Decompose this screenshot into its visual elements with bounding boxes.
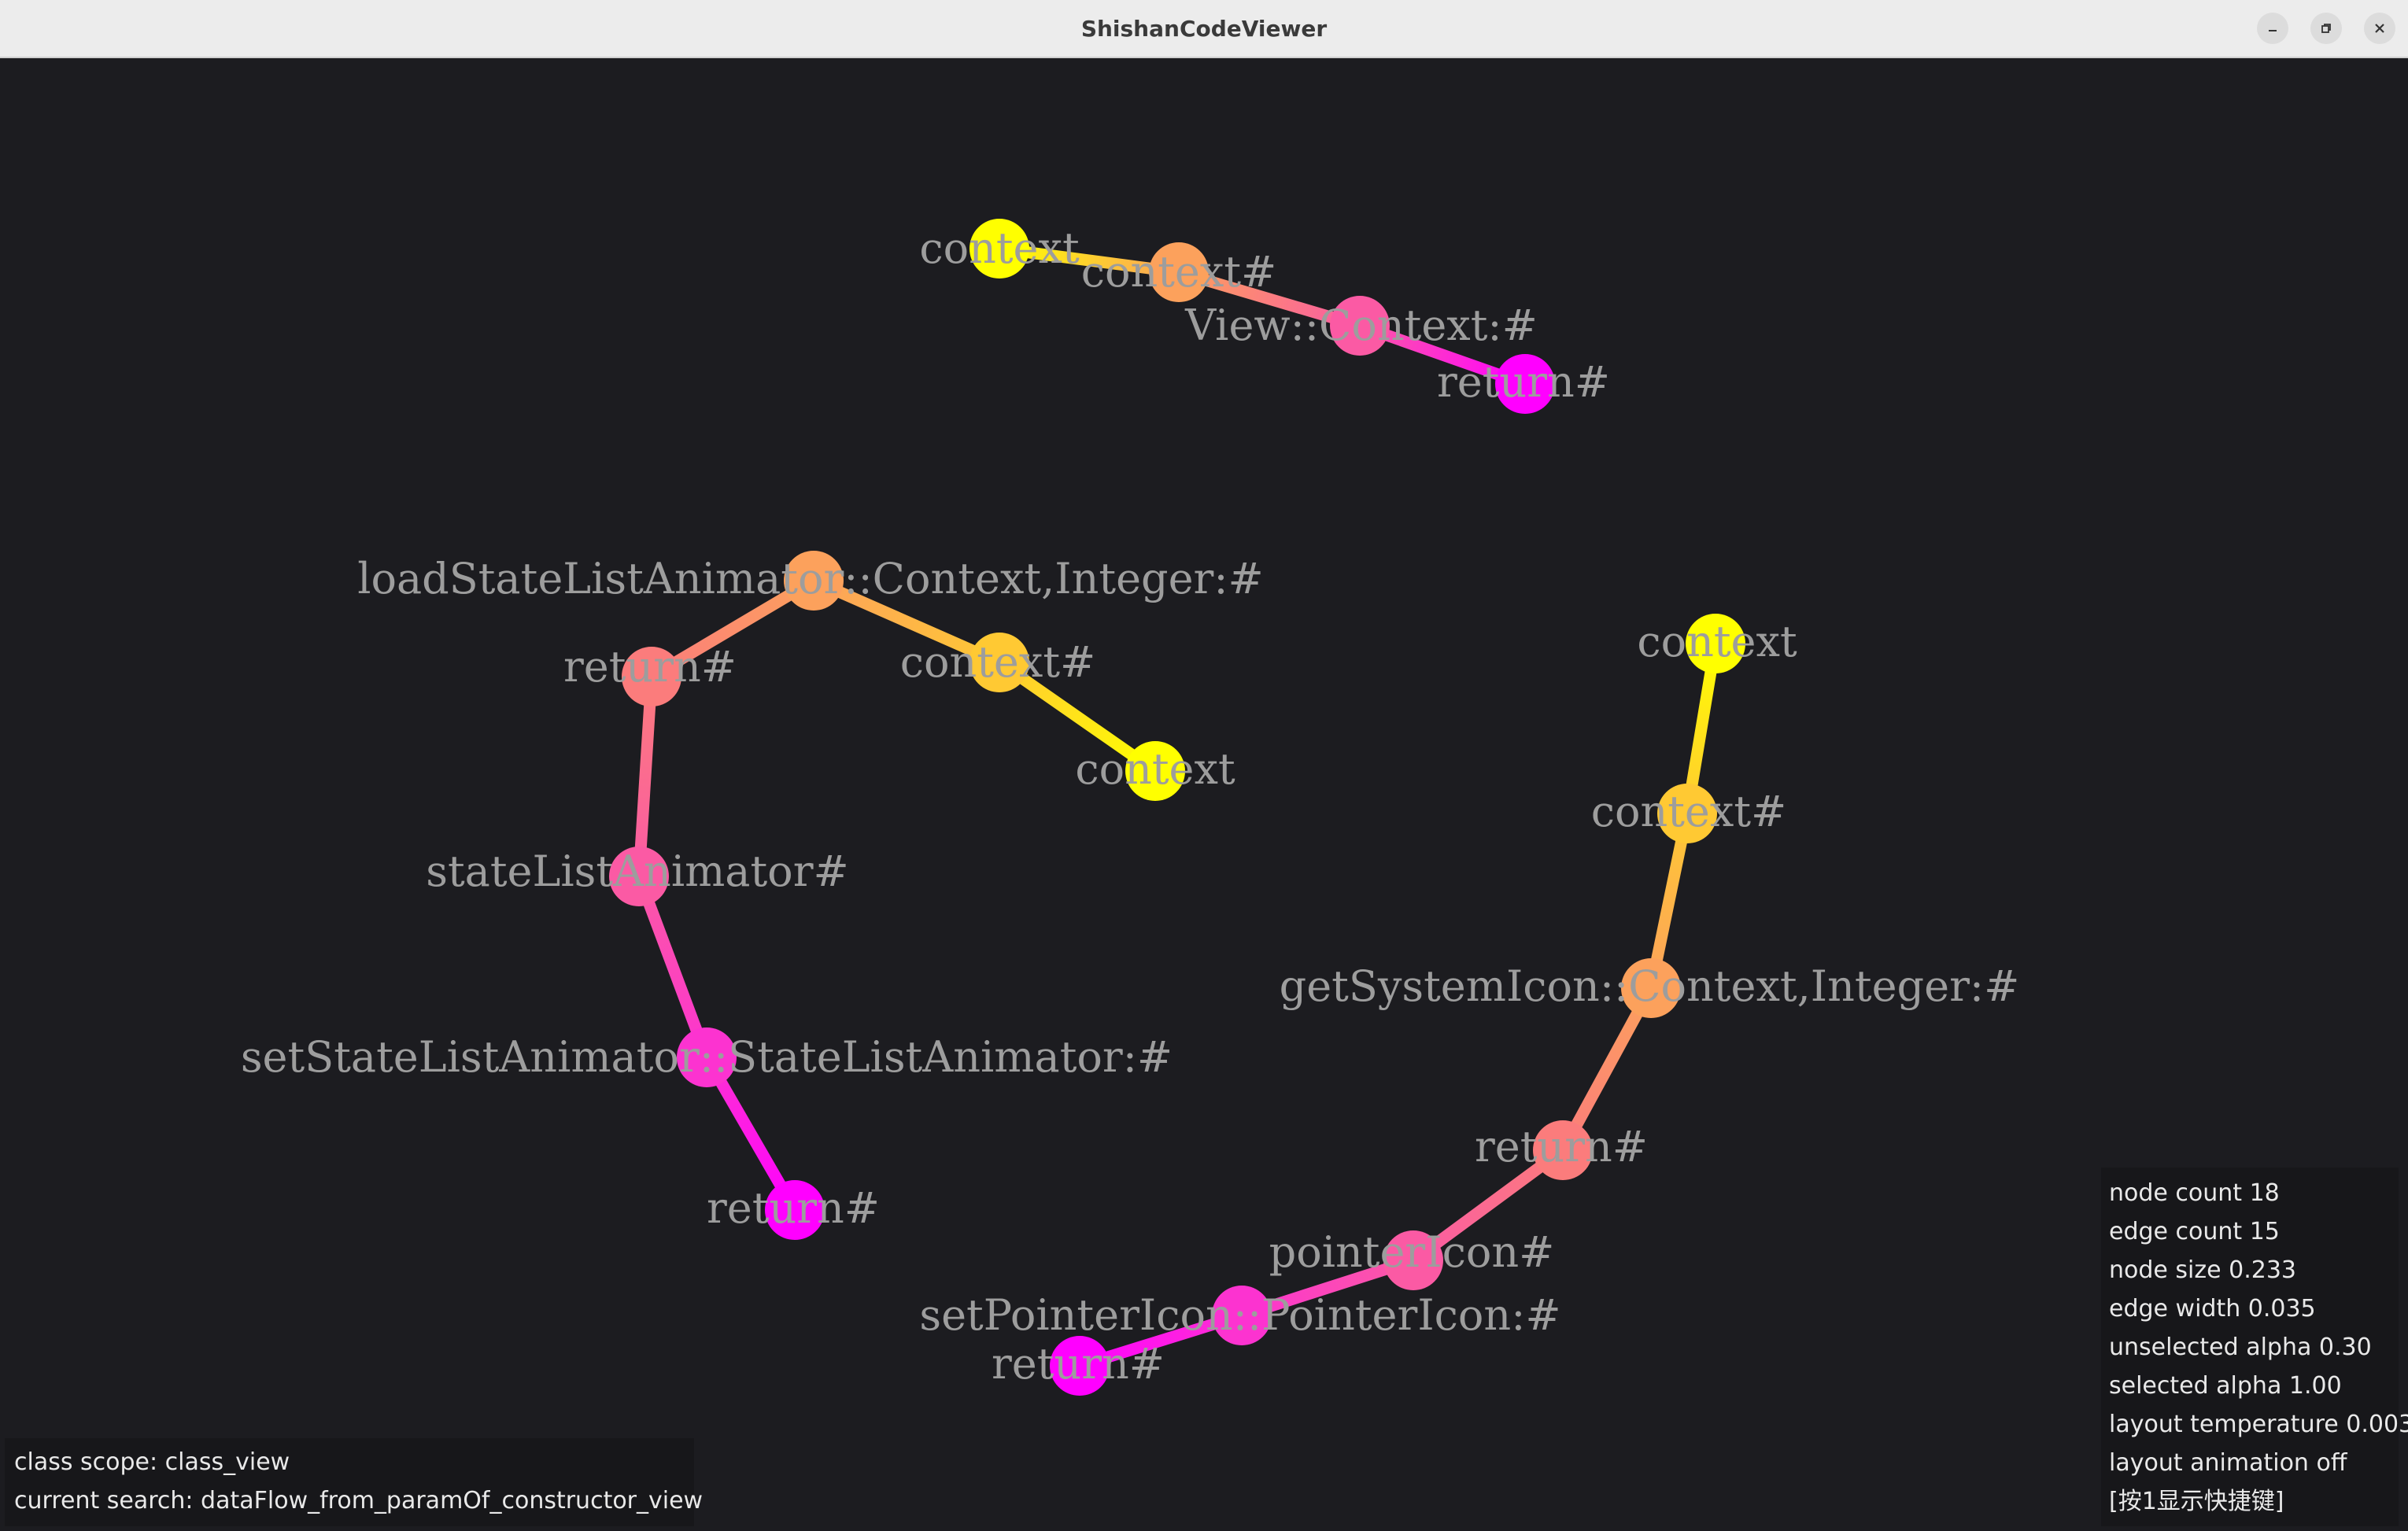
graph-node-label-b6: setStateListAnimator::StateListAnimator:… (241, 1032, 1173, 1082)
graph-node-label-c7: return# (992, 1339, 1165, 1389)
shortcut-hint-text: [按1显示快捷键] (2109, 1488, 2284, 1515)
selected-alpha-text: selected alpha 1.00 (2109, 1372, 2342, 1400)
unselected-alpha-text: unselected alpha 0.30 (2109, 1334, 2372, 1361)
class-scope-text: class scope: class_view (14, 1448, 290, 1476)
graph-node-label-a3: View::Context:# (1184, 301, 1538, 350)
graph-node-label-a4: return# (1437, 357, 1610, 407)
layout-temperature-text: layout temperature 0.003 (2109, 1411, 2408, 1438)
edge-width-text: edge width 0.035 (2109, 1295, 2316, 1323)
layout-animation-text: layout animation off (2109, 1449, 2347, 1477)
graph-svg[interactable]: context context#View::Context:#return#loa… (0, 58, 2408, 1531)
close-button[interactable] (2364, 13, 2395, 44)
graph-canvas[interactable]: context context# View::Context:# return# loa… (0, 58, 2408, 1531)
graph-node-label-c2: context# (1591, 787, 1787, 836)
graph-node-label-c1: context (1637, 617, 1797, 666)
close-icon (2375, 24, 2384, 33)
minimize-button[interactable] (2257, 13, 2288, 44)
graph-node-label-c5: pointerIcon# (1269, 1227, 1555, 1277)
status-panel: class scope: class_view current search: … (5, 1438, 704, 1526)
graph-node-label-c3: getSystemIcon::Context,Integer:# (1280, 961, 2020, 1011)
graph-node-label-b7: return# (707, 1183, 880, 1233)
edge-count-text: edge count 15 (2109, 1218, 2280, 1245)
graph-node-label-b1: loadStateListAnimator::Context,Integer:# (357, 554, 1264, 603)
graph-node-label-a1: context (919, 223, 1080, 273)
graph-node-label-a2: context# (1081, 247, 1277, 297)
title-bar: ShishanCodeViewer (0, 0, 2408, 58)
minimize-icon (2269, 30, 2277, 31)
restore-icon (2321, 24, 2331, 33)
labels-layer: context context#View::Context:#return#loa… (241, 223, 2020, 1389)
graph-node-label-b2: return# (563, 642, 737, 692)
graph-node-label-c4: return# (1475, 1122, 1648, 1171)
graph-node-label-b3: context# (900, 637, 1096, 687)
graph-node-label-b4: context (1075, 744, 1235, 794)
window-title: ShishanCodeViewer (1080, 15, 1328, 42)
current-search-text: current search: dataFlow_from_paramOf_co… (14, 1487, 704, 1514)
stats-panel: node count 18 edge count 15 node size 0.… (2101, 1168, 2408, 1526)
maximize-button[interactable] (2310, 13, 2342, 44)
graph-node-label-b5: stateListAnimator# (426, 847, 849, 896)
node-size-text: node size 0.233 (2109, 1256, 2296, 1284)
graph-node-label-c6: setPointerIcon::PointerIcon:# (919, 1290, 1560, 1340)
node-count-text: node count 18 (2109, 1179, 2280, 1207)
